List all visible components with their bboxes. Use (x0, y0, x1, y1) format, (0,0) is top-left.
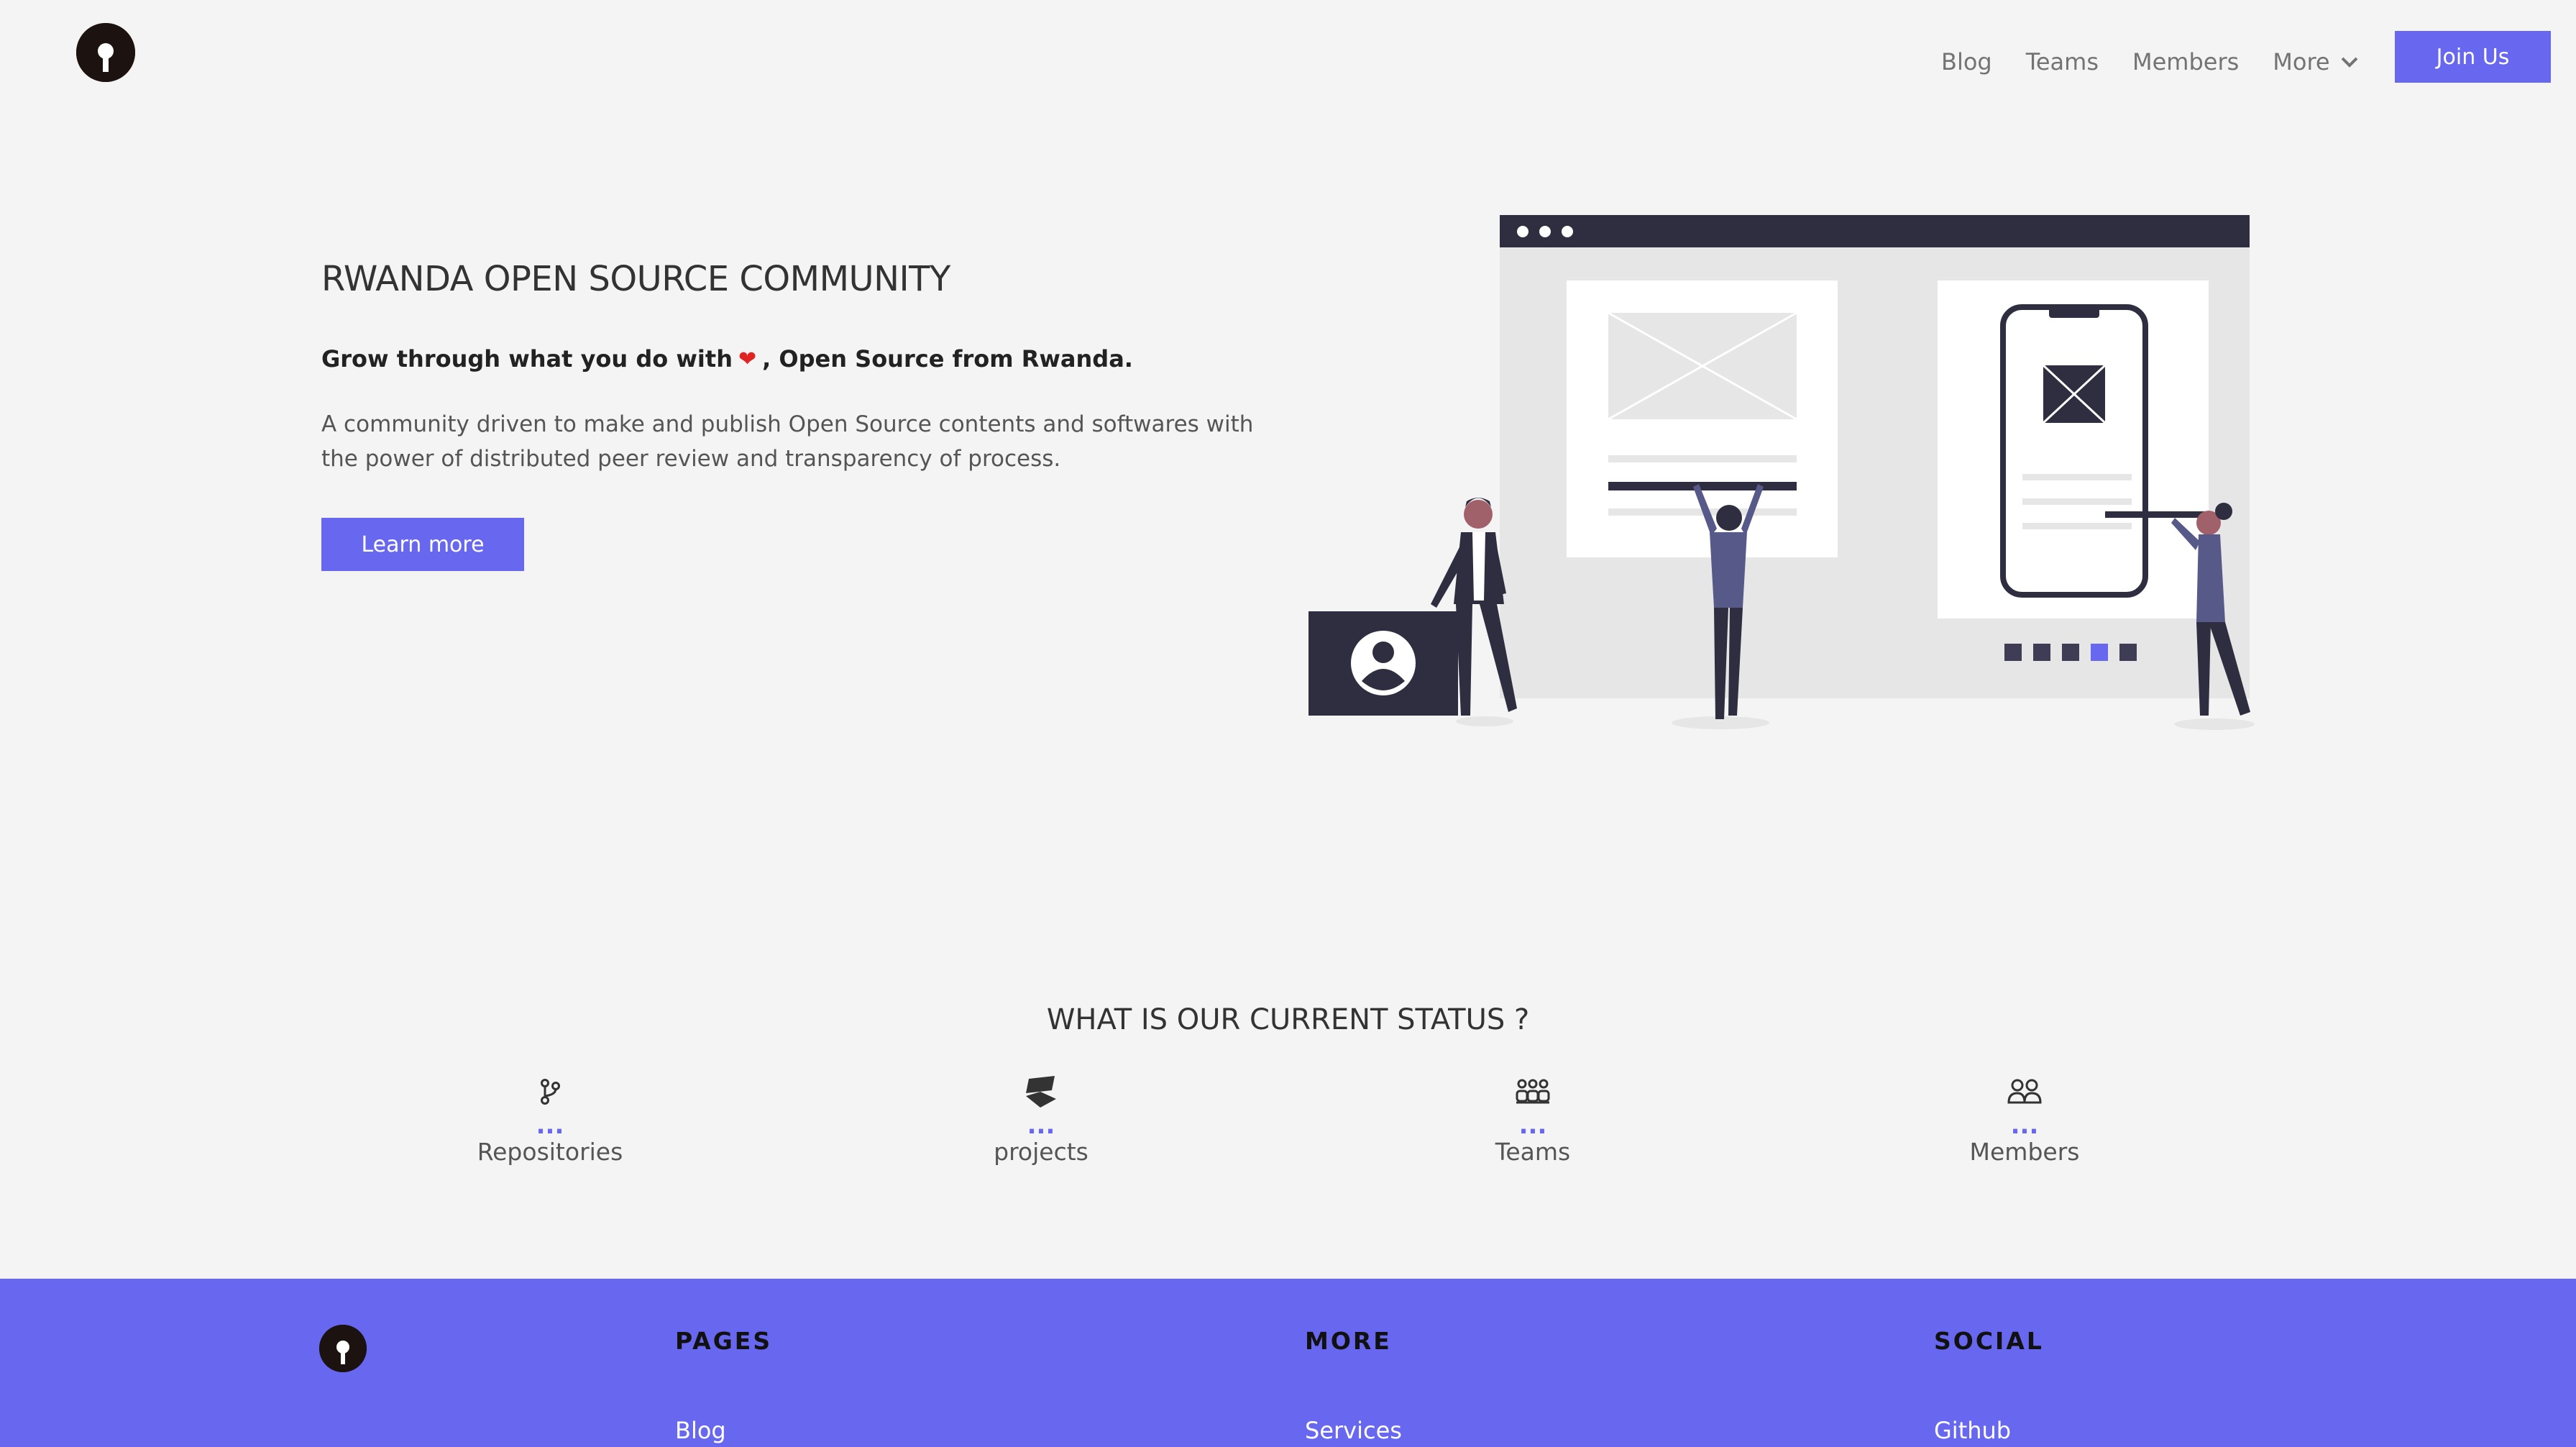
stat-members: ... Members (1881, 1072, 2168, 1166)
status-section-title: WHAT IS OUR CURRENT STATUS ? (1046, 1003, 1530, 1036)
stat-repositories: ... Repositories (406, 1072, 694, 1166)
stat-value: ... (1027, 1111, 1055, 1140)
hero-title: RWANDA OPEN SOURCE COMMUNITY (321, 259, 950, 299)
nav-more-label: More (2273, 48, 2330, 76)
nav-more-dropdown[interactable]: More (2273, 42, 2358, 82)
nav-teams-link[interactable]: Teams (2026, 42, 2099, 82)
stat-teams: ... Teams (1389, 1072, 1677, 1166)
hero-subtitle-end: , Open Source from Rwanda. (762, 345, 1133, 373)
hero-subtitle: Grow through what you do with ❤ , Open S… (321, 345, 1133, 373)
stat-projects: ... projects (897, 1072, 1185, 1166)
hero-subtitle-start: Grow through what you do with (321, 345, 733, 373)
footer-github-link[interactable]: Github (1934, 1417, 2011, 1444)
stat-label: Members (1969, 1138, 2080, 1166)
open-source-logo-icon (76, 23, 135, 82)
heart-icon: ❤ (738, 346, 757, 372)
git-branch-icon (541, 1079, 560, 1105)
stat-label: Repositories (477, 1138, 623, 1166)
hero-description: A community driven to make and publish O… (321, 411, 1254, 472)
stat-label: projects (994, 1138, 1088, 1166)
chevron-down-icon (2341, 57, 2358, 68)
users-icon (2007, 1079, 2042, 1104)
footer-pages-heading: PAGES (675, 1327, 773, 1355)
footer-more-heading: MORE (1305, 1327, 1392, 1355)
site-logo[interactable] (76, 23, 135, 82)
footer-services-link[interactable]: Services (1305, 1417, 1402, 1444)
footer-logo[interactable] (319, 1325, 367, 1372)
stat-value: ... (1518, 1111, 1547, 1140)
main-nav: Blog Teams Members More (1941, 42, 2359, 82)
stat-value: ... (2010, 1111, 2039, 1140)
stat-label: Teams (1495, 1138, 1571, 1166)
nav-members-link[interactable]: Members (2132, 42, 2239, 82)
open-source-logo-icon (319, 1325, 367, 1372)
team-icon (1516, 1079, 1550, 1104)
site-footer (0, 1279, 2576, 1447)
footer-blog-link[interactable]: Blog (675, 1417, 726, 1444)
learn-more-button[interactable]: Learn more (321, 518, 524, 571)
join-us-button[interactable]: Join Us (2395, 31, 2551, 83)
footer-social-heading: SOCIAL (1934, 1327, 2044, 1355)
layers-icon (1026, 1076, 1056, 1108)
hero-illustration (1308, 215, 2255, 730)
nav-blog-link[interactable]: Blog (1941, 42, 1992, 82)
stat-value: ... (536, 1111, 564, 1140)
